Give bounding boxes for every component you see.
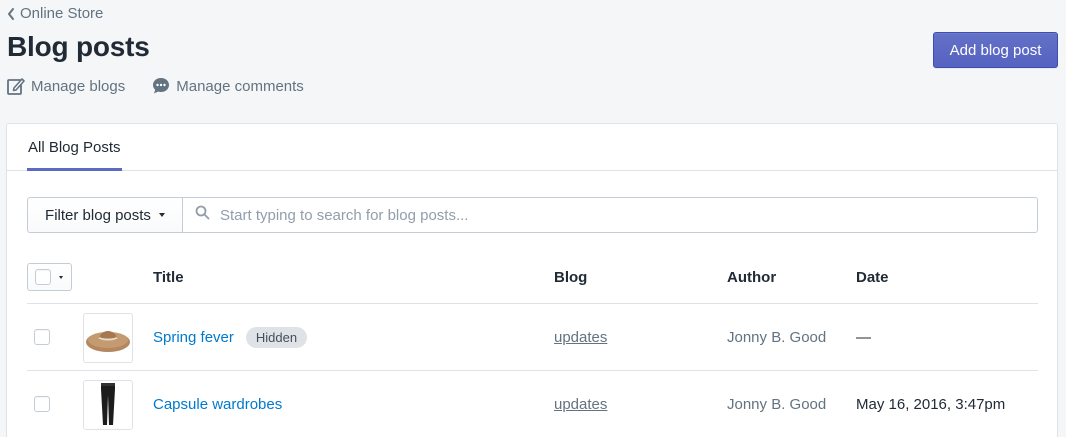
pants-image xyxy=(83,380,133,430)
tab-bar: All Blog Posts xyxy=(7,124,1057,171)
filter-row: Filter blog posts xyxy=(27,197,1038,233)
tab-all-blog-posts[interactable]: All Blog Posts xyxy=(27,124,122,171)
author-cell: Jonny B. Good xyxy=(727,396,827,413)
filter-blog-posts-button[interactable]: Filter blog posts xyxy=(27,197,182,233)
manage-blogs-label: Manage blogs xyxy=(31,77,126,95)
column-blog[interactable]: Blog xyxy=(554,258,587,296)
filter-label: Filter blog posts xyxy=(45,206,151,224)
column-date[interactable]: Date xyxy=(856,258,889,296)
table-row[interactable]: Spring fever Hidden updates Jonny B. Goo… xyxy=(27,304,1038,371)
hat-image xyxy=(83,313,133,363)
search-field[interactable] xyxy=(182,197,1038,233)
column-title[interactable]: Title xyxy=(153,258,184,296)
table-row[interactable]: Capsule wardrobes updates Jonny B. Good … xyxy=(27,371,1038,437)
author-cell: Jonny B. Good xyxy=(727,329,827,346)
breadcrumb[interactable]: Online Store xyxy=(6,5,103,22)
date-cell: May 16, 2016, 3:47pm xyxy=(856,396,1006,413)
bulk-select-button[interactable] xyxy=(27,263,72,291)
column-author[interactable]: Author xyxy=(727,258,776,296)
caret-down-icon xyxy=(158,213,165,217)
edit-icon xyxy=(6,76,26,96)
title-cell: Capsule wardrobes xyxy=(153,371,282,437)
page-title: Blog posts xyxy=(7,31,150,62)
status-badge: Hidden xyxy=(243,325,310,350)
blog-link[interactable]: updates xyxy=(554,371,607,437)
manage-blogs-button[interactable]: Manage blogs xyxy=(6,76,125,96)
post-title-link[interactable]: Spring fever xyxy=(153,329,234,346)
table-header: Title Blog Author Date xyxy=(27,258,1038,304)
post-title-link[interactable]: Capsule wardrobes xyxy=(153,396,282,413)
title-cell: Spring fever Hidden xyxy=(153,304,310,371)
search-icon xyxy=(195,205,210,225)
manage-comments-button[interactable]: Manage comments xyxy=(151,76,304,96)
chevron-left-icon xyxy=(6,7,16,21)
blog-link[interactable]: updates xyxy=(554,304,607,371)
select-all-checkbox[interactable] xyxy=(35,269,51,285)
date-cell: — xyxy=(856,329,871,346)
row-checkbox[interactable] xyxy=(34,329,50,345)
row-checkbox[interactable] xyxy=(34,396,50,412)
secondary-actions: Manage blogs Manage comments xyxy=(6,76,304,96)
breadcrumb-label: Online Store xyxy=(20,5,104,22)
caret-down-icon xyxy=(59,275,63,279)
blog-posts-card: All Blog Posts Filter blog posts Title B… xyxy=(6,123,1058,437)
comment-icon xyxy=(151,76,171,96)
manage-comments-label: Manage comments xyxy=(176,77,304,95)
search-input[interactable] xyxy=(220,206,1037,224)
add-blog-post-button[interactable]: Add blog post xyxy=(933,32,1058,68)
